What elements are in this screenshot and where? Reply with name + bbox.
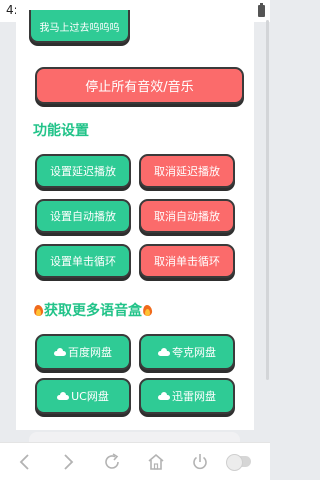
get-more-title-text: 获取更多语音盒: [44, 303, 142, 319]
fire-icon: [33, 303, 44, 317]
cloud-icon: [54, 348, 66, 356]
power-icon[interactable]: [189, 451, 211, 473]
cloud-icon: [158, 348, 170, 356]
quark-disk-button[interactable]: 夸克网盘: [139, 334, 235, 370]
fire-icon: [142, 303, 153, 317]
battery-icon: [258, 3, 265, 17]
toggle-switch[interactable]: [226, 454, 251, 471]
uc-disk-label: UC网盘: [71, 390, 109, 403]
back-icon[interactable]: [14, 451, 36, 473]
get-more-title: 获取更多语音盒: [33, 300, 153, 320]
home-icon[interactable]: [145, 451, 167, 473]
uc-disk-button[interactable]: UC网盘: [35, 378, 131, 414]
set-click-loop-button[interactable]: 设置单击循环: [35, 244, 131, 278]
quark-disk-label: 夸克网盘: [172, 346, 216, 359]
cancel-auto-play-button[interactable]: 取消自动播放: [139, 199, 235, 233]
baidu-disk-button[interactable]: 百度网盘: [35, 334, 131, 370]
cancel-click-loop-button[interactable]: 取消单击循环: [139, 244, 235, 278]
xunlei-disk-label: 迅雷网盘: [172, 390, 216, 403]
scrollbar[interactable]: [266, 20, 269, 380]
cloud-icon: [57, 392, 70, 400]
set-auto-play-button[interactable]: 设置自动播放: [35, 199, 131, 233]
cloud-icon: [158, 392, 170, 400]
next-section-card: [29, 432, 240, 442]
sound-button-partial[interactable]: 我马上过去呜呜呜: [29, 10, 130, 43]
refresh-icon[interactable]: [101, 451, 123, 473]
cancel-delay-play-button[interactable]: 取消延迟播放: [139, 154, 235, 188]
function-settings-title: 功能设置: [33, 123, 89, 139]
browser-nav-bar: [0, 442, 270, 480]
xunlei-disk-button[interactable]: 迅雷网盘: [139, 378, 235, 414]
set-delay-play-button[interactable]: 设置延迟播放: [35, 154, 131, 188]
forward-icon[interactable]: [57, 451, 79, 473]
baidu-disk-label: 百度网盘: [68, 346, 112, 359]
stop-all-button[interactable]: 停止所有音效/音乐: [35, 67, 244, 104]
